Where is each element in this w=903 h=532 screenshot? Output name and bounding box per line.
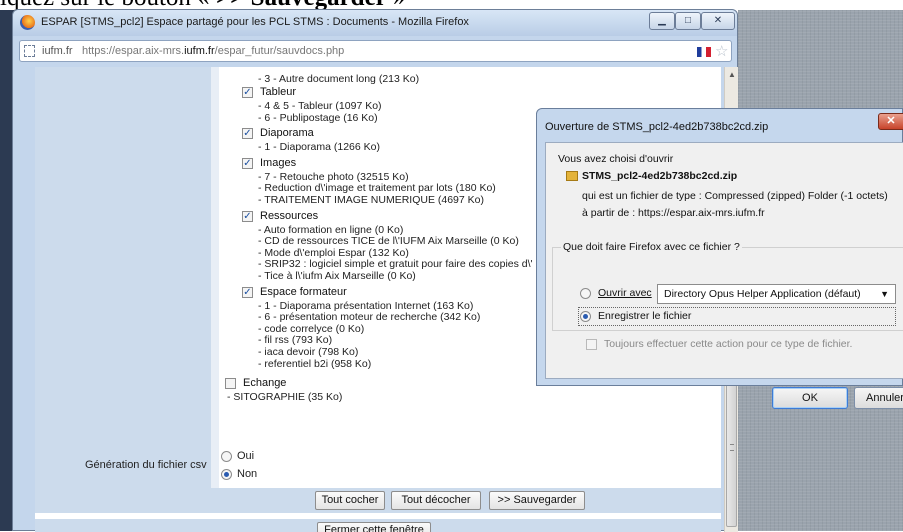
close-window-row: Fermer cette fenêtre xyxy=(35,519,721,532)
category-label: Tableur xyxy=(260,86,297,98)
dialog-file-type: qui est un fichier de type : Compressed … xyxy=(582,190,888,202)
csv-oui-radio[interactable] xyxy=(221,451,232,462)
open-with-radio[interactable] xyxy=(580,288,591,299)
document-item: - referentiel b2i (958 Ko) xyxy=(258,357,372,370)
category-checkbox[interactable]: ✓ xyxy=(242,157,253,169)
category-checkbox[interactable]: ✓ xyxy=(242,286,253,298)
category-label: Images xyxy=(260,156,297,169)
category-label: Espace formateur xyxy=(260,285,347,298)
csv-options: Oui Non xyxy=(219,445,721,488)
close-window-button[interactable]: ✕ xyxy=(701,12,735,30)
action-question: Que doit faire Firefox avec ce fichier ? xyxy=(561,241,742,253)
scroll-up-icon[interactable]: ▲ xyxy=(728,70,736,79)
document-item: - 6 - Publipostage (16 Ko) xyxy=(258,111,378,124)
document-item: - SRIP32 : logiciel simple et gratuit po… xyxy=(258,258,533,271)
document-item: - 6 - présentation moteur de recherche (… xyxy=(258,311,481,324)
document-item: - fil rss (793 Ko) xyxy=(258,334,333,347)
scrollbar-thumb[interactable] xyxy=(726,367,737,527)
category-checkbox[interactable]: ✓ xyxy=(242,210,253,222)
open-with-label[interactable]: Ouvrir avec xyxy=(598,287,652,299)
document-item: - TRAITEMENT IMAGE NUMERIQUE (4697 Ko) xyxy=(258,194,484,206)
cancel-button[interactable]: Annuler xyxy=(854,387,903,409)
document-item: - 1 - Diaporama présentation Internet (1… xyxy=(258,299,474,312)
address-bar[interactable]: iufm.fr https://espar.aix-mrs.iufm.fr/es… xyxy=(19,40,732,62)
close-icon: ✕ xyxy=(713,15,723,26)
column-separator xyxy=(211,445,219,488)
window-titlebar[interactable]: ESPAR [STMS_pcl2] Espace partagé pour le… xyxy=(13,10,737,36)
document-item: - SITOGRAPHIE (35 Ko) xyxy=(227,391,343,404)
document-item: - code correlyce (0 Ko) xyxy=(258,322,365,335)
firefox-logo-icon xyxy=(20,15,35,30)
dialog-close-button[interactable]: ✕ xyxy=(878,113,903,130)
csv-label-cell: Génération du fichier csv xyxy=(35,445,211,488)
close-icon: ✕ xyxy=(886,115,896,127)
document-item: - iaca devoir (798 Ko) xyxy=(258,346,359,358)
always-action-checkbox[interactable] xyxy=(586,339,597,350)
document-item: - 7 - Retouche photo (32515 Ko) xyxy=(258,170,409,183)
document-item: - CD de ressources TICE de l\'IUFM Aix M… xyxy=(258,235,519,248)
document-item: - 4 & 5 - Tableur (1097 Ko) xyxy=(258,100,382,112)
save-file-radio[interactable] xyxy=(580,311,591,322)
csv-oui-label[interactable]: Oui xyxy=(237,450,254,462)
csv-label: Génération du fichier csv xyxy=(85,459,207,471)
category-label: Ressources xyxy=(260,209,319,222)
always-action-label[interactable]: Toujours effectuer cette action pour ce … xyxy=(604,338,852,350)
dialog-file-source: à partir de : https://espar.aix-mrs.iufm… xyxy=(582,207,765,219)
csv-row: Génération du fichier csv Oui Non xyxy=(35,445,721,488)
save-button[interactable]: >> Sauvegarder xyxy=(489,491,585,510)
document-item: - Tice à l\'iufm Aix Marseille (0 Ko) xyxy=(258,270,416,282)
category-checkbox[interactable] xyxy=(225,378,236,390)
csv-non-label[interactable]: Non xyxy=(237,468,257,480)
url-text[interactable]: https://espar.aix-mrs.iufm.fr/espar_futu… xyxy=(82,45,344,57)
document-item: - 1 - Diaporama (1266 Ko) xyxy=(258,141,380,154)
window-title: ESPAR [STMS_pcl2] Espace partagé pour le… xyxy=(41,16,469,28)
ok-button[interactable]: OK xyxy=(772,387,848,409)
dialog-intro: Vous avez choisi d'ouvrir xyxy=(558,153,674,165)
category-label: Echange xyxy=(243,377,287,390)
category-checkbox[interactable]: ✓ xyxy=(242,128,253,140)
dialog-filename: STMS_pcl2-4ed2b738bc2cd.zip xyxy=(582,170,738,182)
maximize-icon: □ xyxy=(684,15,692,26)
action-buttons-row: Tout cocher Tout décocher >> Sauvegarder xyxy=(35,488,721,513)
zip-folder-icon xyxy=(566,171,578,181)
bookmark-star-icon[interactable]: ☆ xyxy=(715,42,728,60)
dialog-body: Vous avez choisi d'ouvrir STMS_pcl2-4ed2… xyxy=(545,142,903,409)
minimize-icon: ▁ xyxy=(658,15,666,26)
maximize-button[interactable]: □ xyxy=(675,12,701,30)
column-separator xyxy=(211,67,219,445)
page-icon xyxy=(24,45,35,57)
grip-icon xyxy=(730,444,734,451)
check-all-button[interactable]: Tout cocher xyxy=(315,491,385,510)
open-with-app-select[interactable]: Directory Opus Helper Application (défau… xyxy=(657,284,896,304)
minimize-button[interactable]: ▁ xyxy=(649,12,675,30)
uncheck-all-button[interactable]: Tout décocher xyxy=(391,491,481,510)
document-item: - Reduction d\'image et traitement par l… xyxy=(258,182,496,195)
chevron-down-icon: ▼ xyxy=(880,289,889,299)
document-item: - Auto formation en ligne (0 Ko) xyxy=(258,223,404,236)
document-item: - 3 - Autre document long (213 Ko) xyxy=(258,73,420,85)
category-checkbox[interactable]: ✓ xyxy=(242,87,253,98)
document-item: - Mode d\'emploi Espar (132 Ko) xyxy=(258,246,409,259)
left-label-column xyxy=(35,67,211,445)
save-file-label[interactable]: Enregistrer le fichier xyxy=(598,310,691,322)
download-dialog: Ouverture de STMS_pcl2-4ed2b738bc2cd.zip… xyxy=(536,108,903,409)
csv-non-radio[interactable] xyxy=(221,469,232,480)
dialog-title: Ouverture de STMS_pcl2-4ed2b738bc2cd.zip xyxy=(545,121,769,133)
site-identity[interactable]: iufm.fr xyxy=(42,45,73,57)
category-label: Diaporama xyxy=(260,127,314,140)
french-flag-icon xyxy=(697,47,711,57)
